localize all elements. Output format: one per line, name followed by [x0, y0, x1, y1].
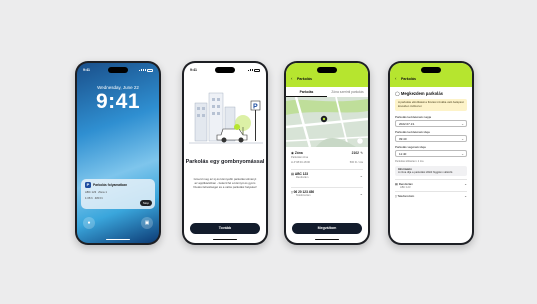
dynamic-island — [421, 67, 441, 73]
plate-row[interactable]: ▤ ABC 123 Rendszám ⌄ — [291, 169, 363, 185]
zone-info: H-P 08:00-18:00 — [291, 161, 310, 164]
dynamic-island — [215, 67, 235, 73]
city-parking-illustration: P — [189, 92, 263, 144]
notification-price: 480 Ft — [94, 196, 103, 200]
tab-zone-parking[interactable]: Zóna szerinti parkolás — [327, 87, 368, 97]
form-title-text: Megkezdem parkolás — [400, 91, 443, 96]
form-title: ◯ Megkezdem parkolás — [395, 91, 467, 96]
date-label: Parkolás kezdetének napja — [395, 114, 432, 119]
chevron-down-icon: ⌄ — [464, 181, 467, 186]
status-time: 9:41 — [190, 68, 198, 72]
end-label: Parkolás végének ideje — [395, 144, 427, 149]
status-time: 9:41 — [83, 68, 91, 72]
zone-sub: Parkolási zóna — [291, 156, 309, 159]
back-icon[interactable]: ‹ — [395, 76, 397, 81]
duration-hint: Parkolási időtartam: 2 óra — [395, 159, 424, 163]
back-icon[interactable]: ‹ — [291, 76, 293, 81]
warning-box: A parkolás elindítását a fizetési zónába… — [395, 99, 467, 111]
notification-title: Parkolás folyamatban — [93, 183, 128, 187]
zone-price: 500 Ft / óra — [349, 161, 363, 164]
signal-icon — [139, 68, 153, 72]
plate-sub: Rendszám — [296, 176, 309, 179]
zone-row[interactable]: ◉ Zóna 2102 ✎ — [291, 151, 363, 155]
battery-icon — [147, 68, 153, 72]
start-value: 09:40 — [399, 136, 407, 141]
edit-icon[interactable]: ✎ — [360, 151, 363, 155]
lock-screen: 9:41 Wednesday, June 22 9:41 P Parkolás … — [77, 63, 159, 243]
plate-row[interactable]: ▤ Rendszám ABC 123 ⌄ — [395, 178, 467, 189]
end-time-select[interactable]: 11:40 ⌄ — [395, 149, 467, 157]
phone-parking-map: ‹ Parkolás Parkolás Zóna szerinti parkol… — [284, 61, 370, 245]
parking-app-icon: P — [85, 182, 91, 188]
tabs: Parkolás Zóna szerinti parkolás — [286, 87, 368, 97]
phone-row[interactable]: ▯ 06 20 123 456 Telefonszám ⌄ — [291, 187, 363, 203]
onboarding-screen: 9:41 P Parkolás egy gombnyomással Ismerd… — [184, 63, 266, 243]
row1-label: Rendszám — [398, 181, 414, 186]
page-title: Parkolás — [297, 77, 312, 81]
zone-name: Zóna — [294, 151, 303, 155]
location-pin-icon: ◉ — [291, 151, 294, 155]
clock-icon: ◯ — [395, 91, 400, 96]
onboarding-text: Ismerd meg az új és könnyebb parkolási é… — [193, 177, 257, 190]
purchase-button[interactable]: Megváltom — [292, 223, 362, 234]
notification-duration: 1:08 h — [85, 196, 93, 200]
car-icon: ▤ — [395, 181, 398, 186]
zone-info-row: H-P 08:00-18:00 500 Ft / óra — [291, 161, 363, 164]
date-select[interactable]: 2022.07.13. ⌄ — [395, 119, 467, 127]
page-title: Parkolás — [401, 77, 416, 81]
signal-icon — [248, 68, 260, 72]
chevron-down-icon: ⌄ — [461, 151, 464, 156]
info-box: Információ A zóna díja a parkolási időtő… — [395, 165, 467, 176]
notification-zone: Zóna 1 — [98, 190, 107, 194]
row2-label: Telefonszám — [397, 193, 415, 198]
flashlight-icon[interactable]: ● — [83, 217, 95, 229]
parking-form: ◯ Megkezdem parkolás A parkolás elindítá… — [395, 91, 467, 203]
stop-parking-button[interactable]: Stop — [139, 200, 152, 206]
date-value: 2022.07.13. — [399, 121, 415, 126]
phone-lock-screen: 9:41 Wednesday, June 22 9:41 P Parkolás … — [75, 61, 161, 245]
parking-map-screen: ‹ Parkolás Parkolás Zóna szerinti parkol… — [286, 63, 368, 243]
chevron-down-icon: ⌄ — [359, 191, 363, 196]
notification-plate: ABC 123 — [85, 190, 97, 194]
svg-text:P: P — [253, 104, 258, 111]
lock-time: 9:41 — [95, 90, 141, 113]
home-indicator[interactable] — [213, 238, 237, 240]
tab-parking[interactable]: Parkolás — [286, 87, 327, 97]
row1-value: ABC 123 — [400, 185, 411, 189]
parking-notification[interactable]: P Parkolás folyamatban ABC 123 Zóna 1 1:… — [81, 179, 155, 209]
phone-onboarding: 9:41 P Parkolás egy gombnyomással Ismerd… — [182, 61, 268, 245]
chevron-down-icon: ⌄ — [359, 173, 363, 178]
battery-icon — [254, 68, 260, 72]
phone-parking-form: ‹ Parkolás ◯ Megkezdem parkolás A parkol… — [388, 61, 474, 245]
parking-form-screen: ‹ Parkolás ◯ Megkezdem parkolás A parkol… — [390, 63, 472, 243]
car-icon: ▤ — [291, 172, 295, 176]
chevron-down-icon: ⌄ — [464, 193, 467, 198]
info-text: A zóna díja a parkolási időtől függően v… — [398, 170, 454, 174]
end-value: 11:40 — [399, 151, 407, 156]
start-label: Parkolás kezdetének ideje — [395, 129, 431, 134]
map[interactable] — [286, 97, 368, 147]
dynamic-island — [317, 67, 337, 73]
phone-row[interactable]: ▯ Telefonszám ⌄ — [395, 190, 467, 201]
start-time-select[interactable]: 09:40 ⌄ — [395, 134, 467, 142]
onboarding-title: Parkolás egy gombnyomással — [185, 159, 265, 165]
home-indicator[interactable] — [106, 238, 130, 240]
zone-code: 2102 — [351, 151, 359, 155]
next-button[interactable]: Tovább — [190, 223, 260, 234]
camera-icon[interactable]: ▣ — [141, 217, 153, 229]
chevron-down-icon: ⌄ — [461, 121, 464, 126]
phone-icon: ▯ — [291, 190, 293, 194]
home-indicator[interactable] — [315, 238, 339, 240]
chevron-down-icon: ⌄ — [461, 136, 464, 141]
phone-sub: Telefonszám — [296, 194, 311, 197]
dynamic-island — [108, 67, 128, 73]
